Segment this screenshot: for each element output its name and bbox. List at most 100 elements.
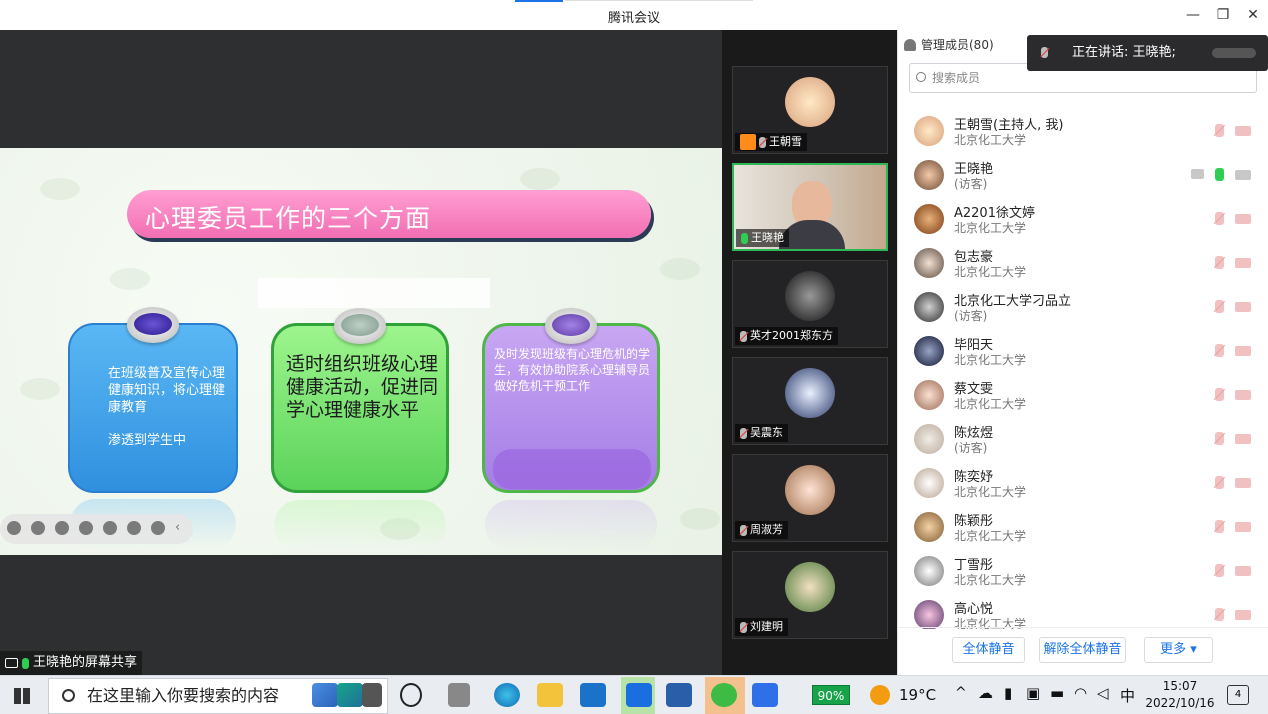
member-row[interactable]: 高心悦 北京化工大学: [898, 593, 1268, 629]
avatar: [914, 336, 944, 366]
mic-tray-icon[interactable]: ▮: [1004, 684, 1012, 702]
task-view-icon[interactable]: [400, 683, 422, 707]
member-org: 北京化工大学: [954, 265, 1027, 279]
mic-muted-icon[interactable]: [1215, 432, 1224, 445]
video-strip[interactable]: 王朝雪 王晓艳 英才2001郑东方 吴震东 周淑芳 刘建明: [722, 30, 897, 675]
camera-off-icon[interactable]: [1235, 302, 1251, 312]
camera-off-icon[interactable]: [1235, 610, 1251, 620]
camera-off-icon[interactable]: [1235, 258, 1251, 268]
windows-start-icon[interactable]: [14, 688, 30, 704]
unmute-all-button[interactable]: 解除全体静音: [1039, 637, 1126, 663]
mic-muted-icon[interactable]: [1215, 300, 1224, 313]
mail-icon[interactable]: [580, 683, 606, 707]
member-row[interactable]: 丁雪彤 北京化工大学: [898, 549, 1268, 593]
member-row[interactable]: 王晓艳 (访客): [898, 153, 1268, 197]
device-icon[interactable]: ▣: [1026, 684, 1040, 702]
input-method[interactable]: 中: [1120, 685, 1135, 706]
video-tile[interactable]: 刘建明: [732, 551, 888, 639]
minimize-icon[interactable]: —: [1183, 5, 1203, 25]
pen-icon[interactable]: [55, 521, 69, 535]
notification-icon[interactable]: 4: [1227, 685, 1249, 705]
shared-screen-area: 心理委员工作的三个方面 在班级普及宣传心理健康知识，将心理健康教育 渗透到学生中…: [0, 30, 722, 675]
cloud-icon[interactable]: ☁: [978, 684, 993, 702]
avatar: [914, 116, 944, 146]
member-row[interactable]: 毕阳天 北京化工大学: [898, 329, 1268, 373]
more-icon[interactable]: [151, 521, 165, 535]
member-row[interactable]: A2201徐文婷 北京化工大学: [898, 197, 1268, 241]
collapse-icon[interactable]: ‹: [175, 521, 189, 535]
map-icon[interactable]: [337, 683, 363, 707]
sun-icon[interactable]: [870, 685, 890, 705]
video-tile[interactable]: 周淑芳: [732, 454, 888, 542]
battery-tray-icon[interactable]: ▬: [1050, 684, 1064, 702]
camera-icon[interactable]: [1235, 170, 1251, 180]
member-org: 北京化工大学: [954, 221, 1027, 235]
camera-off-icon[interactable]: [1235, 126, 1251, 136]
video-tile[interactable]: 吴震东: [732, 357, 888, 445]
video-tile-active-speaker[interactable]: 王晓艳: [732, 163, 888, 251]
mic-muted-icon[interactable]: [1215, 212, 1224, 225]
clock[interactable]: 15:07 2022/10/16: [1145, 678, 1215, 712]
mic-muted-icon[interactable]: [1215, 124, 1224, 137]
more-button[interactable]: 更多 ▾: [1144, 637, 1213, 663]
tab-divider: [565, 0, 753, 1]
camera-off-icon[interactable]: [1235, 214, 1251, 224]
camera-off-icon[interactable]: [1235, 346, 1251, 356]
cloud-drive-icon[interactable]: [626, 683, 652, 707]
mic-on-icon[interactable]: [1215, 168, 1224, 181]
member-row[interactable]: 蔡文雯 北京化工大学: [898, 373, 1268, 417]
edge-icon[interactable]: [494, 683, 520, 707]
panel-footer: 全体静音 解除全体静音 更多 ▾: [898, 627, 1268, 675]
camera-off-icon[interactable]: [1235, 478, 1251, 488]
member-row[interactable]: 陈奕妤 北京化工大学: [898, 461, 1268, 505]
restore-icon[interactable]: ❐: [1213, 5, 1233, 25]
member-row[interactable]: 陈炫煜 (访客): [898, 417, 1268, 461]
prev-slide-icon[interactable]: [7, 521, 21, 535]
search-placeholder: 搜索成员: [932, 71, 981, 85]
battery-indicator[interactable]: 90%: [812, 685, 850, 705]
member-row[interactable]: 北京化工大学刁品立 (访客): [898, 285, 1268, 329]
slide-card-1: 在班级普及宣传心理健康知识，将心理健康教育 渗透到学生中: [68, 307, 238, 549]
member-list[interactable]: 王朝雪(主持人, 我) 北京化工大学 王晓艳 (访客) A2201徐文婷 北京化…: [898, 109, 1268, 629]
file-explorer-icon[interactable]: [537, 683, 563, 707]
member-row[interactable]: 陈颖彤 北京化工大学: [898, 505, 1268, 549]
camera-off-icon[interactable]: [1235, 566, 1251, 576]
camera-off-icon[interactable]: [1235, 390, 1251, 400]
avatar: [914, 160, 944, 190]
mic-muted-icon[interactable]: [1215, 608, 1224, 621]
slideshow-controls[interactable]: ‹: [0, 514, 193, 544]
camera-off-icon[interactable]: [1235, 434, 1251, 444]
mic-muted-icon[interactable]: [1215, 520, 1224, 533]
tencent-meeting-icon[interactable]: [752, 683, 778, 707]
close-icon[interactable]: ✕: [1243, 5, 1263, 25]
wechat-icon[interactable]: [711, 683, 737, 707]
chevron-up-icon[interactable]: ^: [955, 685, 967, 701]
mic-muted-icon[interactable]: [1215, 344, 1224, 357]
video-tile[interactable]: 英才2001郑东方: [732, 260, 888, 348]
weather-temp[interactable]: 19°C: [899, 686, 936, 704]
word-icon[interactable]: [666, 683, 692, 707]
subtitle-icon[interactable]: [127, 521, 141, 535]
mic-muted-icon[interactable]: [1215, 256, 1224, 269]
avatar: [914, 512, 944, 542]
taskbar: 在这里输入你要搜索的内容 90% 19°C ^ ☁ ▮ ▣ ▬ ◠ ◁ 中 15…: [0, 675, 1268, 714]
member-row[interactable]: 王朝雪(主持人, 我) 北京化工大学: [898, 109, 1268, 153]
volume-icon[interactable]: ◁: [1097, 684, 1109, 702]
camera-off-icon[interactable]: [1235, 522, 1251, 532]
mic-muted-icon[interactable]: [1215, 564, 1224, 577]
multitask-icon[interactable]: [448, 683, 470, 707]
mute-all-button[interactable]: 全体静音: [952, 637, 1025, 663]
mic-muted-icon[interactable]: [1215, 476, 1224, 489]
card-1-text-2: 渗透到学生中: [108, 433, 187, 448]
video-tile[interactable]: 王朝雪: [732, 66, 888, 154]
screen-icon[interactable]: [103, 521, 117, 535]
mic-muted-icon[interactable]: [1215, 388, 1224, 401]
avatar: [914, 424, 944, 454]
widget-icon[interactable]: [312, 683, 338, 707]
bag-icon[interactable]: [362, 683, 382, 707]
zoom-icon[interactable]: [79, 521, 93, 535]
tile-name: 周淑芳: [750, 523, 783, 536]
next-slide-icon[interactable]: [31, 521, 45, 535]
wifi-icon[interactable]: ◠: [1074, 684, 1087, 702]
member-row[interactable]: 包志豪 北京化工大学: [898, 241, 1268, 285]
